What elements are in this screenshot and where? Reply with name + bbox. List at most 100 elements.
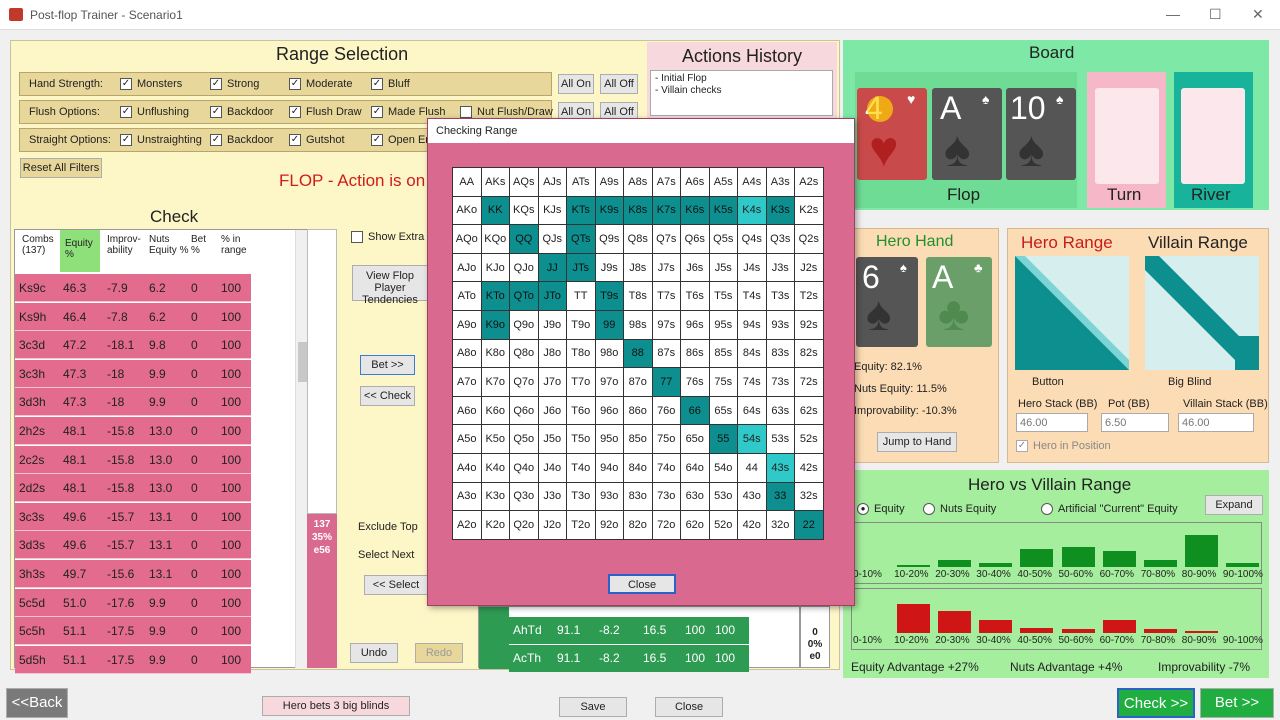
- hand-cell[interactable]: 82s: [794, 338, 824, 369]
- hand-cell[interactable]: J4s: [737, 252, 767, 283]
- checkbox-monsters[interactable]: ✓ Monsters: [120, 78, 182, 90]
- hand-cell[interactable]: 44: [737, 452, 767, 483]
- hand-cell[interactable]: AQo: [452, 224, 482, 254]
- table-row[interactable]: 3d3h 47.3 -18 9.9 0 100: [15, 388, 251, 417]
- hand-cell[interactable]: K7s: [651, 195, 681, 226]
- hand-cell[interactable]: 76s: [680, 367, 710, 397]
- checkbox-gutshot[interactable]: ✓ Gutshot: [289, 134, 345, 146]
- hand-cell[interactable]: K4s: [737, 195, 767, 226]
- hand-cell[interactable]: KQo: [480, 224, 510, 254]
- hand-cell[interactable]: T9o: [566, 309, 596, 340]
- hand-cell[interactable]: 65o: [680, 424, 710, 454]
- hand-cell[interactable]: J8s: [623, 252, 653, 283]
- hand-cell[interactable]: J3o: [537, 481, 567, 512]
- jump-to-hand-button[interactable]: Jump to Hand: [877, 432, 957, 452]
- hand-cell[interactable]: 75s: [708, 367, 738, 397]
- hand-cell[interactable]: K2s: [794, 195, 824, 226]
- hand-cell[interactable]: 73s: [765, 367, 795, 397]
- hand-cell[interactable]: K6o: [480, 395, 510, 426]
- radio-equity[interactable]: ● Equity: [857, 503, 905, 515]
- hand-cell[interactable]: 87s: [651, 338, 681, 369]
- hand-all-off-button[interactable]: All Off: [600, 74, 638, 94]
- hand-cell[interactable]: 54o: [708, 452, 738, 483]
- hand-cell[interactable]: J7o: [537, 367, 567, 397]
- hand-cell[interactable]: 42s: [794, 452, 824, 483]
- hand-cell[interactable]: 76o: [651, 395, 681, 426]
- hand-cell[interactable]: A3o: [452, 481, 482, 512]
- hand-cell[interactable]: A8o: [452, 338, 482, 369]
- maximize-button[interactable]: ☐: [1209, 6, 1222, 23]
- hand-cell[interactable]: 84s: [737, 338, 767, 369]
- hand-cell[interactable]: Q7s: [651, 224, 681, 254]
- hand-cell[interactable]: 32o: [765, 510, 795, 540]
- table-row[interactable]: 2h2s 48.1 -15.8 13.0 0 100: [15, 417, 251, 445]
- hand-cell[interactable]: AA: [452, 167, 482, 197]
- radio-artificial-equity[interactable]: Artificial "Current" Equity: [1041, 503, 1178, 515]
- hand-cell[interactable]: 75o: [651, 424, 681, 454]
- hand-cell[interactable]: T3o: [566, 481, 596, 512]
- view-flop-tendencies-button[interactable]: View Flop Player Tendencies: [352, 265, 428, 306]
- flop-card-1[interactable]: 4♥ ♥: [857, 88, 927, 180]
- radio-nuts-equity[interactable]: Nuts Equity: [923, 503, 996, 515]
- checkbox-strong[interactable]: ✓ Strong: [210, 78, 259, 90]
- hand-cell[interactable]: A8s: [623, 167, 653, 197]
- hand-cell[interactable]: A3s: [765, 167, 795, 197]
- hand-cell[interactable]: 96s: [680, 309, 710, 340]
- hand-cell[interactable]: K3o: [480, 481, 510, 512]
- hand-cell[interactable]: T6o: [566, 395, 596, 426]
- hand-cell[interactable]: J5s: [708, 252, 738, 283]
- flop-card-3[interactable]: 10 ♠ ♠: [1006, 88, 1076, 180]
- hand-cell[interactable]: Q5o: [509, 424, 539, 454]
- col-nuts-equity[interactable]: Nuts Equity %: [149, 234, 189, 256]
- hand-cell[interactable]: 55: [708, 424, 738, 454]
- hand-cell[interactable]: T3s: [765, 281, 795, 311]
- actions-history-list[interactable]: - Initial Flop - Villain checks: [650, 70, 833, 116]
- expand-button[interactable]: Expand: [1205, 495, 1263, 515]
- checkbox-nut-flush[interactable]: Nut Flush/Draw: [460, 106, 553, 118]
- hand-cell[interactable]: 96o: [594, 395, 624, 426]
- hand-cell[interactable]: 63s: [765, 395, 795, 426]
- hand-cell[interactable]: K2o: [480, 510, 510, 540]
- hand-cell[interactable]: Q8s: [623, 224, 653, 254]
- table-row[interactable]: AhTd 91.1 -8.2 16.5 100 100: [509, 617, 749, 644]
- hand-cell[interactable]: 85o: [623, 424, 653, 454]
- hand-cell[interactable]: JTs: [566, 252, 596, 283]
- hand-cell[interactable]: 82o: [623, 510, 653, 540]
- hand-cell[interactable]: KQs: [509, 195, 539, 226]
- hand-cell[interactable]: A7o: [452, 367, 482, 397]
- villain-stack-input[interactable]: 46.00: [1178, 413, 1254, 432]
- hand-cell[interactable]: 72o: [651, 510, 681, 540]
- close-window-button[interactable]: ✕: [1252, 6, 1264, 23]
- hand-cell[interactable]: 84o: [623, 452, 653, 483]
- hand-cell[interactable]: A4o: [452, 452, 482, 483]
- hand-cell[interactable]: J5o: [537, 424, 567, 454]
- reset-filters-button[interactable]: Reset All Filters: [20, 158, 102, 178]
- hand-cell[interactable]: J9s: [594, 252, 624, 283]
- hand-cell[interactable]: ATs: [566, 167, 596, 197]
- hand-cell[interactable]: K6s: [680, 195, 710, 226]
- pot-input[interactable]: 6.50: [1101, 413, 1169, 432]
- hand-cell[interactable]: AJs: [537, 167, 567, 197]
- hand-cell[interactable]: 95o: [594, 424, 624, 454]
- hand-cell[interactable]: A9o: [452, 309, 482, 340]
- checkbox-straight-backdoor[interactable]: ✓ Backdoor: [210, 134, 273, 146]
- hand-cell[interactable]: 83s: [765, 338, 795, 369]
- hand-cell[interactable]: KTo: [480, 281, 510, 311]
- river-card-slot[interactable]: [1181, 88, 1245, 184]
- select-button[interactable]: << Select: [364, 575, 428, 595]
- hand-cell[interactable]: 93s: [765, 309, 795, 340]
- table-row[interactable]: 3d3s 49.6 -15.7 13.1 0 100: [15, 531, 251, 560]
- checkbox-flush-backdoor[interactable]: ✓ Backdoor: [210, 106, 273, 118]
- minimize-button[interactable]: —: [1166, 6, 1180, 22]
- hand-cell[interactable]: AQs: [509, 167, 539, 197]
- hand-cell[interactable]: ATo: [452, 281, 482, 311]
- hand-cell[interactable]: 53o: [708, 481, 738, 512]
- hand-cell[interactable]: Q3s: [765, 224, 795, 254]
- table-row[interactable]: 2c2s 48.1 -15.8 13.0 0 100: [15, 445, 251, 474]
- hand-cell[interactable]: A6o: [452, 395, 482, 426]
- hand-cell[interactable]: K7o: [480, 367, 510, 397]
- hand-cell[interactable]: 86o: [623, 395, 653, 426]
- table-row[interactable]: 3h3s 49.7 -15.6 13.1 0 100: [15, 560, 251, 588]
- table-row[interactable]: 2d2s 48.1 -15.8 13.0 0 100: [15, 474, 251, 503]
- hand-cell[interactable]: T6s: [680, 281, 710, 311]
